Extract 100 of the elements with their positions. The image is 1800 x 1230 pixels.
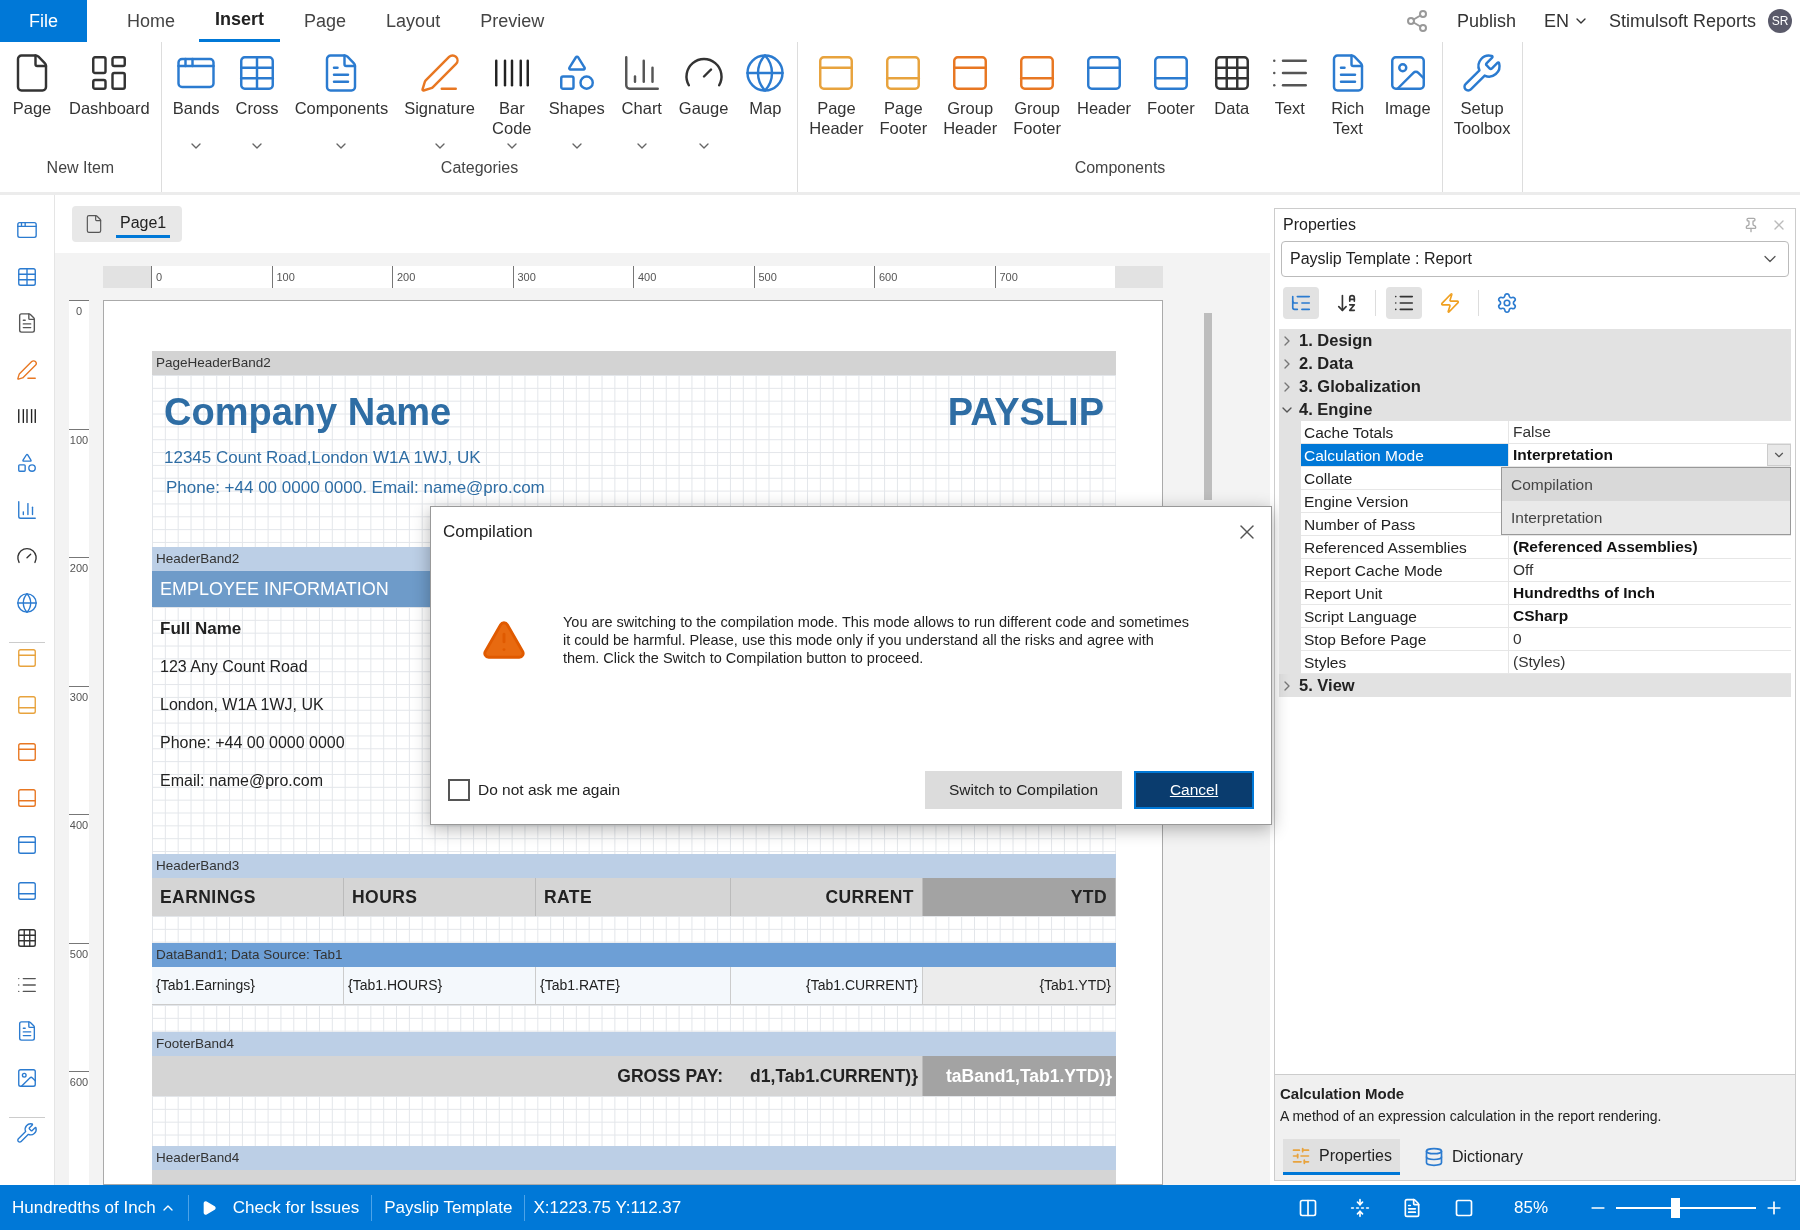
- language-selector[interactable]: EN: [1543, 7, 1589, 35]
- checkbox[interactable]: [448, 779, 470, 801]
- property-name[interactable]: Calculation Mode: [1301, 444, 1509, 466]
- file-button[interactable]: File: [0, 0, 87, 42]
- object-selector[interactable]: Payslip Template : Report: [1281, 241, 1789, 277]
- property-name[interactable]: Stop Before Page: [1301, 628, 1509, 650]
- description-text: A method of an expression calculation in the report rendering.: [1280, 1106, 1663, 1126]
- menu-tab[interactable]: Insert: [199, 0, 281, 42]
- menu-tab[interactable]: Home: [111, 0, 191, 42]
- page-tab[interactable]: Page1: [72, 206, 183, 242]
- ruler-label: 200: [392, 265, 513, 288]
- tools-icon: [1461, 52, 1504, 94]
- band-label: HeaderBand3: [152, 854, 1116, 878]
- share-icon[interactable]: [1404, 9, 1429, 33]
- ribbon-button[interactable]: Page: [4, 42, 60, 154]
- property-value[interactable]: False: [1509, 420, 1555, 444]
- globe-icon: [744, 52, 787, 94]
- menu-tab[interactable]: Preview: [464, 0, 561, 42]
- ribbon-button[interactable]: Footer: [1140, 42, 1202, 154]
- zoom-slider-thumb[interactable]: [1670, 1197, 1680, 1218]
- ribbon-button[interactable]: Page Header: [802, 42, 871, 154]
- ribbon-button[interactable]: Group Header: [936, 42, 1005, 154]
- ribbon-button[interactable]: Bar Code: [483, 42, 540, 154]
- property-name[interactable]: Referenced Assemblies: [1301, 536, 1509, 558]
- document-icon[interactable]: [16, 1020, 38, 1043]
- category-row[interactable]: 2. Data: [1279, 352, 1791, 375]
- globe-icon[interactable]: [16, 591, 38, 614]
- property-name[interactable]: Script Language: [1301, 605, 1509, 627]
- ribbon-button[interactable]: Gauge: [671, 42, 736, 154]
- property-value[interactable]: CSharp: [1509, 604, 1573, 628]
- category-row[interactable]: 1. Design: [1279, 329, 1791, 352]
- columns-icon[interactable]: [1297, 1197, 1318, 1218]
- group-label: Categories: [440, 158, 519, 178]
- property-value[interactable]: 0: [1509, 627, 1526, 651]
- ribbon-button[interactable]: Map: [737, 42, 794, 154]
- panel-bottom-icon[interactable]: [16, 787, 38, 810]
- ribbon-button[interactable]: Group Footer: [1006, 42, 1068, 154]
- property-name[interactable]: Report Unit: [1301, 582, 1509, 604]
- property-name[interactable]: Cache Totals: [1301, 421, 1509, 443]
- grid-icon[interactable]: [16, 926, 38, 949]
- unit-selector[interactable]: Hundredths of Inch: [0, 1185, 188, 1230]
- panel-top-icon[interactable]: [16, 740, 38, 763]
- panel-tab[interactable]: Dictionary: [1415, 1139, 1532, 1175]
- image-icon[interactable]: [16, 1066, 38, 1089]
- tools-icon[interactable]: [16, 1122, 38, 1145]
- property-value[interactable]: (Styles): [1509, 650, 1570, 674]
- ribbon-button[interactable]: Dashboard: [62, 42, 157, 154]
- property-name[interactable]: Report Cache Mode: [1301, 559, 1509, 581]
- panel-tab[interactable]: Properties: [1283, 1139, 1400, 1175]
- menu-tab[interactable]: Page: [288, 0, 363, 42]
- check-issues-button[interactable]: Check for Issues: [188, 1185, 372, 1230]
- window-icon[interactable]: [16, 219, 38, 241]
- ruler-label: 600: [874, 265, 995, 288]
- ribbon-button[interactable]: Shapes: [541, 42, 612, 154]
- fit-height-icon[interactable]: [1349, 1197, 1370, 1218]
- ribbon-button[interactable]: Rich Text: [1319, 42, 1376, 154]
- actual-size-icon[interactable]: [1453, 1197, 1474, 1218]
- ruler-label: 0: [69, 300, 89, 429]
- ribbon-button[interactable]: Setup Toolbox: [1446, 42, 1518, 154]
- switch-button[interactable]: Switch to Compilation: [925, 771, 1122, 809]
- dialog-title: Compilation: [443, 521, 533, 543]
- ribbon-button[interactable]: Page Footer: [872, 42, 935, 154]
- scrollbar-thumb[interactable]: [1204, 313, 1212, 500]
- panel-top-icon[interactable]: [16, 833, 38, 856]
- ribbon-button[interactable]: Bands: [165, 42, 227, 154]
- ribbon-button[interactable]: Signature: [397, 42, 482, 154]
- cancel-button[interactable]: Cancel: [1134, 771, 1254, 809]
- column-header: RATE: [536, 878, 731, 916]
- ribbon-button[interactable]: Chart: [613, 42, 670, 154]
- ribbon-button[interactable]: Text: [1261, 42, 1318, 154]
- dropdown-option[interactable]: Compilation: [1502, 468, 1790, 501]
- property-value[interactable]: (Referenced Assemblies): [1509, 535, 1702, 559]
- menu-tab[interactable]: Layout: [370, 0, 457, 42]
- document-icon[interactable]: [16, 312, 38, 335]
- publish-button[interactable]: Publish: [1456, 7, 1516, 35]
- pen-icon[interactable]: [16, 358, 38, 381]
- panel-bottom-icon[interactable]: [16, 880, 38, 903]
- ribbon-button[interactable]: Header: [1069, 42, 1139, 154]
- company-name: Company Name: [164, 389, 452, 435]
- total-field: d1,Tab1.CURRENT)}: [731, 1056, 923, 1096]
- user-avatar[interactable]: SR: [1768, 9, 1792, 33]
- toolbar-button[interactable]: [1386, 287, 1422, 319]
- ribbon-button[interactable]: Data: [1203, 42, 1260, 154]
- table-icon[interactable]: [16, 265, 38, 288]
- ribbon-button[interactable]: Components: [287, 42, 396, 154]
- employee-field: London, W1A 1WJ, UK: [152, 683, 452, 721]
- property-value[interactable]: Interpretation: [1509, 443, 1617, 467]
- category-row[interactable]: 4. Engine: [1279, 398, 1791, 421]
- ribbon-button[interactable]: Cross: [228, 42, 286, 154]
- bar-chart-icon[interactable]: [16, 498, 38, 521]
- property-value[interactable]: Off: [1509, 558, 1538, 582]
- dropdown-button[interactable]: [1767, 444, 1791, 466]
- property-name[interactable]: Styles: [1301, 651, 1509, 673]
- pin-icon[interactable]: [1743, 217, 1759, 233]
- category-row[interactable]: 5. View: [1279, 674, 1791, 697]
- ribbon-button[interactable]: Image: [1377, 42, 1438, 154]
- shapes-icon[interactable]: [16, 451, 38, 474]
- property-value[interactable]: Hundredths of Inch: [1509, 581, 1660, 605]
- ruler-label: 500: [753, 265, 874, 288]
- category-row[interactable]: 3. Globalization: [1279, 375, 1791, 398]
